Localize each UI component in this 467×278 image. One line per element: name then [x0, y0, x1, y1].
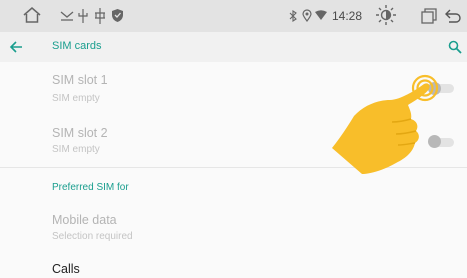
mobile-data-title: Mobile data — [52, 213, 117, 227]
wifi-icon — [315, 10, 327, 20]
sim-slot-2-title: SIM slot 2 — [52, 126, 108, 140]
usb-icon — [78, 9, 88, 23]
app-bar: SIM cards — [0, 32, 467, 62]
sim-slot-1-subtitle: SIM empty — [52, 93, 100, 104]
window-icon[interactable] — [420, 7, 438, 25]
shield-icon — [112, 9, 123, 22]
status-bar: 14:28 — [0, 0, 467, 32]
status-time: 14:28 — [332, 9, 363, 23]
back-arrow-icon[interactable] — [444, 7, 462, 23]
brightness-icon[interactable] — [375, 4, 397, 26]
mobile-data-subtitle: Selection required — [52, 231, 133, 242]
pointing-hand-icon — [332, 83, 430, 174]
usb-icon — [95, 8, 105, 24]
location-icon — [302, 9, 312, 22]
calls-title: Calls — [52, 262, 80, 276]
usb-icon — [60, 11, 74, 21]
home-icon[interactable] — [22, 5, 42, 25]
preferred-sim-header: Preferred SIM for — [52, 182, 129, 193]
bluetooth-icon — [289, 10, 297, 22]
page-title: SIM cards — [52, 40, 102, 52]
search-icon[interactable] — [448, 40, 462, 54]
mobile-data-row[interactable]: Mobile data Selection required — [0, 204, 467, 246]
sim-slot-2-subtitle: SIM empty — [52, 144, 100, 155]
back-arrow-icon[interactable] — [9, 40, 23, 54]
calls-row[interactable]: Calls — [0, 254, 467, 278]
sim-slot-1-title: SIM slot 1 — [52, 73, 108, 87]
